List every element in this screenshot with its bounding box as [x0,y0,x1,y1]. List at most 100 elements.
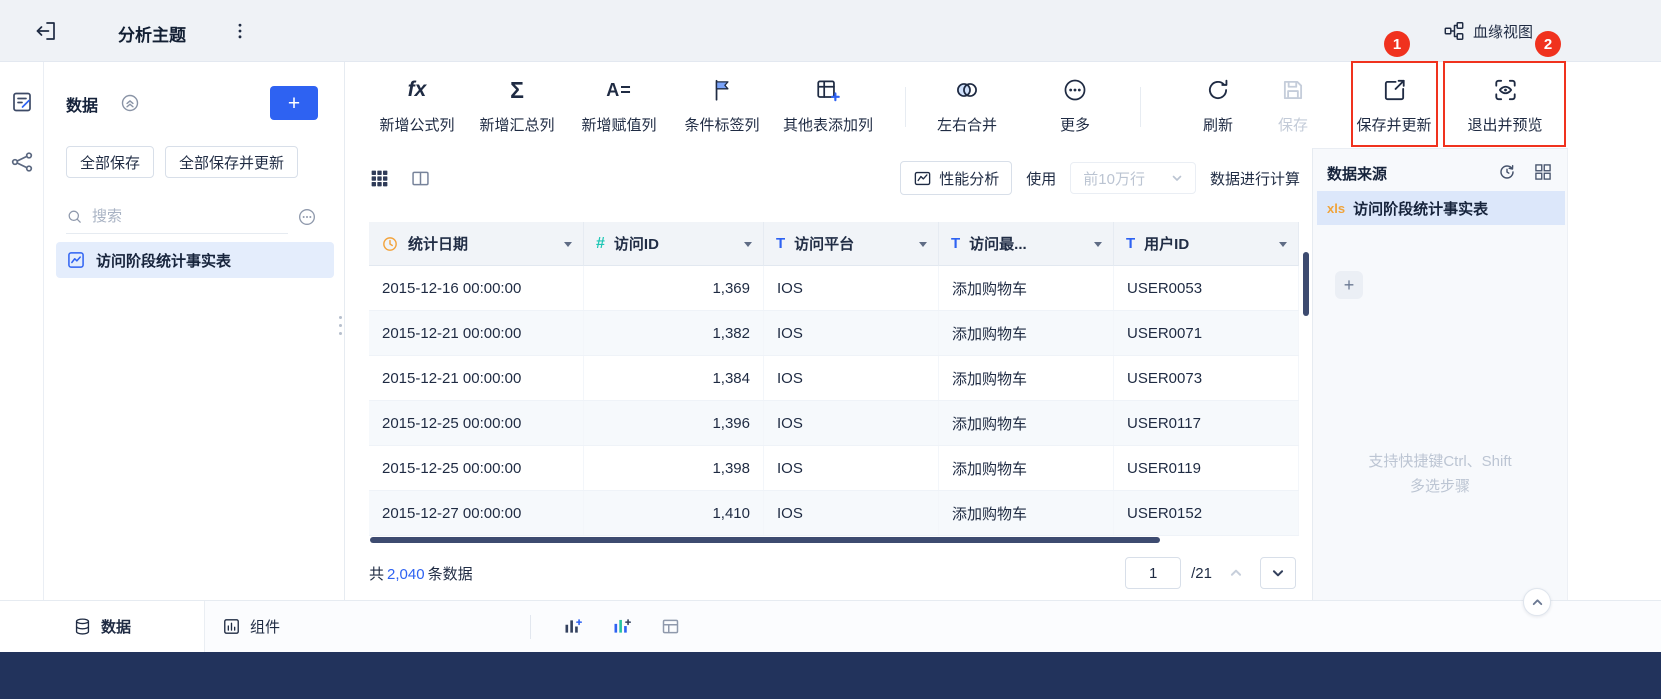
horizontal-scrollbar[interactable] [370,537,1160,543]
save-and-update-button[interactable]: 保存并更新 [1356,75,1431,135]
row-limit-select[interactable]: 前10万行 [1070,162,1196,194]
chevron-down-icon [1171,172,1183,184]
exit-and-preview-button[interactable]: 退出并预览 [1467,75,1542,135]
column-header[interactable]: 统计日期 [369,222,584,266]
add-dataset-button[interactable]: + [270,86,318,120]
search-box [66,200,288,234]
table-header: 统计日期 # 访问ID T 访问平台 T 访问最... [369,222,1299,266]
add-formula-column-button[interactable]: fx 新增公式列 [379,75,454,135]
table-row[interactable]: 2015-12-21 00:00:00 1,382 IOS 添加购物车 USER… [369,311,1299,356]
tab-component[interactable]: 组件 [205,601,325,652]
cell-date: 2015-12-21 00:00:00 [369,311,584,355]
save-all-button[interactable]: 全部保存 [66,146,154,178]
add-step-button[interactable]: + [1335,271,1363,299]
xls-file-icon: xls [1327,201,1345,216]
topbar: 分析主题 血缘视图 [0,0,1661,62]
condition-tag-column-button[interactable]: 条件标签列 [684,75,759,135]
copy-table-icon[interactable] [660,616,681,637]
page-down-icon[interactable] [1260,557,1296,589]
data-panel-title: 数据 [66,92,98,116]
multi-select-hint: 支持快捷键Ctrl、Shift 多选步骤 [1313,449,1567,499]
edit-steps-icon[interactable] [10,90,34,114]
page-up-icon[interactable] [1222,559,1250,587]
toolbar-divider [1140,87,1141,127]
lineage-icon [1443,20,1465,42]
annotation-badge-2: 2 [1535,31,1561,57]
cell-platform: IOS [764,311,939,355]
cell-visit-id: 1,398 [584,446,764,490]
app-window: 分析主题 血缘视图 [0,0,1661,699]
add-component-icon[interactable] [611,616,632,637]
add-column-from-table-button[interactable]: 其他表添加列 [783,75,873,135]
history-icon[interactable] [1497,162,1517,182]
save-icon [1280,75,1306,105]
sort-caret-icon [919,242,927,251]
column-header[interactable]: T 访问最... [939,222,1114,266]
bottom-dark-strip [0,652,1661,699]
row-limit-value: 前10万行 [1083,168,1145,189]
column-header[interactable]: # 访问ID [584,222,764,266]
data-source-actions [1497,162,1553,182]
table-row[interactable]: 2015-12-21 00:00:00 1,384 IOS 添加购物车 USER… [369,356,1299,401]
merge-left-right-button[interactable]: 左右合并 [937,75,997,135]
cell-visit-id: 1,382 [584,311,764,355]
merge-label: 左右合并 [937,114,997,135]
add-summary-column-button[interactable]: Σ 新增汇总列 [479,75,554,135]
plus-icon: + [1344,275,1355,295]
save-all-update-button[interactable]: 全部保存并更新 [165,146,298,178]
toolbar-divider [905,87,906,127]
save-button[interactable]: 保存 [1278,75,1308,135]
source-step-item[interactable]: xls 访问阶段统计事实表 [1317,191,1565,225]
page-input[interactable] [1125,557,1181,589]
add-assign-column-button[interactable]: A= 新增赋值列 [581,75,656,135]
left-icon-strip [0,62,44,600]
cell-stage: 添加购物车 [939,446,1114,490]
more-actions-button[interactable]: 更多 [1060,75,1090,135]
table-row[interactable]: 2015-12-27 00:00:00 1,410 IOS 添加购物车 USER… [369,491,1299,536]
column-header[interactable]: T 用户ID [1114,222,1299,266]
dataset-list-item[interactable]: 访问阶段统计事实表 [56,242,334,278]
cell-user-id: USER0053 [1114,266,1299,310]
collapse-all-icon[interactable] [120,93,140,113]
table-row[interactable]: 2015-12-16 00:00:00 1,369 IOS 添加购物车 USER… [369,266,1299,311]
exit-edit-icon[interactable] [30,15,62,47]
component-icon [222,617,241,636]
kebab-menu-icon[interactable] [226,17,254,45]
table-footer: 共2,040条数据 /21 [369,546,1296,600]
card-view-icon[interactable] [410,168,431,189]
tab-component-label: 组件 [250,616,280,637]
refresh-button[interactable]: 刷新 [1203,75,1233,135]
relation-flow-icon[interactable] [10,150,34,174]
source-step-name: 访问阶段统计事实表 [1353,198,1488,219]
collapse-bottom-panel-icon[interactable] [1523,588,1551,616]
add-summary-label: 新增汇总列 [479,114,554,135]
column-name: 用户ID [1144,233,1189,254]
table-row[interactable]: 2015-12-25 00:00:00 1,398 IOS 添加购物车 USER… [369,446,1299,491]
performance-analysis-button[interactable]: 性能分析 [900,161,1012,195]
sort-caret-icon [1279,242,1287,251]
table-row[interactable]: 2015-12-25 00:00:00 1,396 IOS 添加购物车 USER… [369,401,1299,446]
lineage-view-button[interactable]: 血缘视图 [1443,16,1533,46]
layout-icon[interactable] [1533,162,1553,182]
search-input[interactable] [92,208,288,225]
save-and-update-label: 保存并更新 [1356,114,1431,135]
grid-view-icon[interactable] [369,168,390,189]
column-header[interactable]: T 访问平台 [764,222,939,266]
tab-data[interactable]: 数据 [0,601,205,652]
use-label: 使用 [1026,168,1056,189]
plus-icon: + [288,93,300,114]
quick-add-icons [562,601,681,652]
cell-visit-id: 1,410 [584,491,764,535]
performance-icon [913,169,932,188]
cell-visit-id: 1,369 [584,266,764,310]
more-label: 更多 [1060,114,1090,135]
cell-platform: IOS [764,266,939,310]
vertical-scrollbar[interactable] [1303,252,1309,316]
condition-tag-label: 条件标签列 [684,114,759,135]
more-icon [1062,75,1088,105]
cell-user-id: USER0071 [1114,311,1299,355]
add-chart-icon[interactable] [562,616,583,637]
cell-user-id: USER0073 [1114,356,1299,400]
search-options-icon[interactable] [296,206,318,228]
bottom-bar-divider [530,615,531,639]
